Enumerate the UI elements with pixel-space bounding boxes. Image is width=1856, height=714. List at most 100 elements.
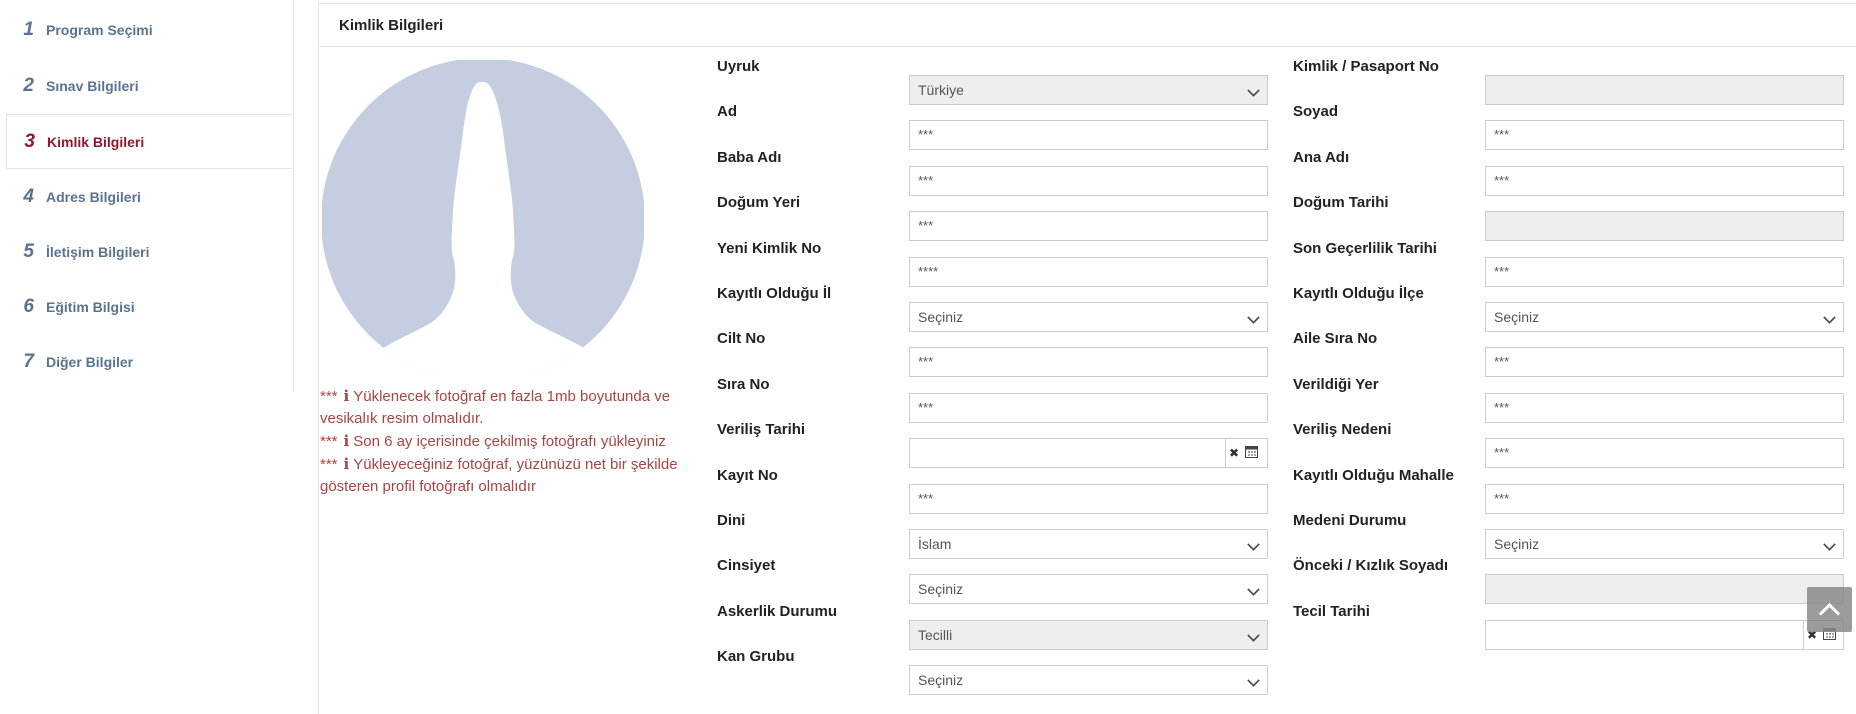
cinsiyet-select[interactable]: Seçiniz — [909, 574, 1268, 604]
label-medeni-durumu: Medeni Durumu — [1293, 512, 1407, 529]
ad-input[interactable]: *** — [909, 120, 1268, 150]
step-number: 6 — [23, 295, 34, 317]
note-item: *** i Son 6 ay içerisinde çekilmiş fotoğra… — [320, 430, 700, 453]
label-dogum-tarihi: Doğum Tarihi — [1293, 194, 1389, 211]
label-verilis-nedeni: Veriliş Nedeni — [1293, 421, 1392, 438]
askerlik-durumu-select[interactable]: Tecilli — [909, 620, 1268, 650]
field-value: *** — [1494, 491, 1510, 506]
sira-no-input[interactable]: *** — [909, 393, 1268, 423]
note-stars: *** — [320, 388, 338, 405]
field-value: **** — [918, 264, 939, 279]
tecil-tarihi-date-input[interactable] — [1485, 620, 1804, 650]
field-value: *** — [1494, 264, 1510, 279]
info-icon: i — [343, 387, 350, 405]
verildigi-yer-input[interactable]: *** — [1485, 393, 1844, 423]
kan-grubu-select[interactable]: Seçiniz — [909, 665, 1268, 695]
soyad-input[interactable]: *** — [1485, 120, 1844, 150]
son-gecerlilik-tarihi-input[interactable]: *** — [1485, 257, 1844, 287]
note-text: Yükleyeceğiniz fotoğraf, yüzünüzü net bi… — [320, 456, 678, 495]
note-text: Son 6 ay içerisinde çekilmiş fotoğrafı y… — [353, 433, 666, 450]
onceki-kizlik-soyadi-input[interactable] — [1485, 574, 1844, 604]
sidebar-item-label: Eğitim Bilgisi — [46, 298, 135, 315]
label-cinsiyet: Cinsiyet — [717, 557, 776, 574]
label-ana-adi: Ana Adı — [1293, 149, 1350, 166]
verilis-tarihi-date-input[interactable] — [909, 438, 1226, 468]
label-tecil-tarihi: Tecil Tarihi — [1293, 603, 1370, 620]
field-value: Seçiniz — [918, 309, 964, 325]
field-value: Seçiniz — [1494, 309, 1540, 325]
sidebar-item-program-secimi[interactable]: 1 Program Seçimi — [6, 2, 292, 57]
sidebar-item-sinav-bilgileri[interactable]: 2 Sınav Bilgileri — [6, 58, 292, 113]
field-value: *** — [918, 218, 934, 233]
date-addon: ✖ — [1226, 438, 1268, 468]
sidebar-item-label: Sınav Bilgileri — [46, 77, 139, 94]
step-number: 5 — [23, 240, 34, 262]
dogum-tarihi-input[interactable] — [1485, 211, 1844, 241]
cilt-no-input[interactable]: *** — [909, 347, 1268, 377]
dini-select[interactable]: İslam — [909, 529, 1268, 559]
field-value: *** — [918, 491, 934, 506]
panel-header: Kimlik Bilgileri — [319, 4, 1856, 47]
label-son-gecerlilik-tarihi: Son Geçerlilik Tarihi — [1293, 240, 1437, 257]
kayitli-oldugu-mahalle-input[interactable]: *** — [1485, 484, 1844, 514]
sidebar-item-label: Program Seçimi — [46, 21, 153, 38]
sidebar-item-adres-bilgileri[interactable]: 4 Adres Bilgileri — [6, 169, 292, 224]
label-aile-sira-no: Aile Sıra No — [1293, 330, 1378, 347]
sidebar-item-label: Diğer Bilgiler — [46, 353, 134, 370]
sidebar-item-egitim-bilgisi[interactable]: 6 Eğitim Bilgisi — [6, 279, 292, 334]
field-value: Türkiye — [918, 82, 964, 98]
label-verilis-tarihi: Veriliş Tarihi — [717, 421, 806, 438]
scroll-to-top-button[interactable] — [1807, 587, 1852, 632]
label-verildigi-yer: Verildiği Yer — [1293, 376, 1379, 393]
profile-photo-placeholder[interactable] — [322, 60, 644, 375]
kimlik-pasaport-no-input[interactable] — [1485, 75, 1844, 105]
label-onceki-kizlik-soyadi: Önceki / Kızlık Soyadı — [1293, 557, 1449, 574]
yeni-kimlik-no-input[interactable]: **** — [909, 257, 1268, 287]
sidebar-item-kimlik-bilgileri[interactable]: 3 Kimlik Bilgileri — [6, 114, 292, 169]
field-value: İslam — [918, 536, 952, 552]
label-yeni-kimlik-no: Yeni Kimlik No — [717, 240, 822, 257]
field-value: *** — [1494, 354, 1510, 369]
baba-adi-input[interactable]: *** — [909, 166, 1268, 196]
step-number: 4 — [23, 185, 34, 207]
field-value: *** — [918, 400, 934, 415]
field-value: Tecilli — [918, 627, 953, 643]
field-value: Seçiniz — [1494, 536, 1540, 552]
sidebar-item-diger-bilgiler[interactable]: 7 Diğer Bilgiler — [6, 334, 292, 389]
uyruk-select[interactable]: Türkiye — [909, 75, 1268, 105]
step-number: 1 — [23, 18, 34, 40]
note-stars: *** — [320, 433, 338, 450]
info-icon: i — [343, 455, 350, 473]
field-value: *** — [1494, 173, 1510, 188]
sidebar-item-label: İletişim Bilgileri — [46, 243, 150, 260]
step-sidebar: 1 Program Seçimi 2 Sınav Bilgileri 3 Kim… — [0, 0, 294, 392]
kayitli-oldugu-i-lce-select[interactable]: Seçiniz — [1485, 302, 1844, 332]
ana-adi-input[interactable]: *** — [1485, 166, 1844, 196]
label-askerlik-durumu: Askerlik Durumu — [717, 603, 838, 620]
sidebar-item-iletisim-bilgileri[interactable]: 5 İletişim Bilgileri — [6, 224, 292, 279]
aile-sira-no-input[interactable]: *** — [1485, 347, 1844, 377]
kayitli-oldugu-i-l-select[interactable]: Seçiniz — [909, 302, 1268, 332]
label-kayitli-oldugu-i-l: Kayıtlı Olduğu İl — [717, 285, 832, 302]
label-baba-adi: Baba Adı — [717, 149, 782, 166]
field-value: *** — [1494, 400, 1510, 415]
label-dini: Dini — [717, 512, 746, 529]
medeni-durumu-select[interactable]: Seçiniz — [1485, 529, 1844, 559]
verilis-nedeni-input[interactable]: *** — [1485, 438, 1844, 468]
note-item: *** i Yükleyeceğiniz fotoğraf, yüzünüzü ne… — [320, 453, 700, 498]
user-silhouette-icon — [322, 60, 644, 375]
field-value: Seçiniz — [918, 672, 964, 688]
field-value: *** — [1494, 127, 1510, 142]
note-item: *** i Yüklenecek fotoğraf en fazla 1mb boy… — [320, 385, 700, 430]
panel-title: Kimlik Bilgileri — [339, 17, 444, 34]
field-value: *** — [918, 173, 934, 188]
label-ad: Ad — [717, 103, 737, 120]
times-icon[interactable]: ✖ — [1229, 446, 1239, 460]
label-kayitli-oldugu-i-lce: Kayıtlı Olduğu İlçe — [1293, 285, 1424, 302]
dogum-yeri-input[interactable]: *** — [909, 211, 1268, 241]
calendar-icon[interactable] — [1245, 445, 1259, 461]
step-number: 3 — [24, 130, 35, 152]
photo-upload-notes: *** i Yüklenecek fotoğraf en fazla 1mb boy… — [320, 385, 700, 498]
kayit-no-input[interactable]: *** — [909, 484, 1268, 514]
step-number: 7 — [23, 350, 34, 372]
